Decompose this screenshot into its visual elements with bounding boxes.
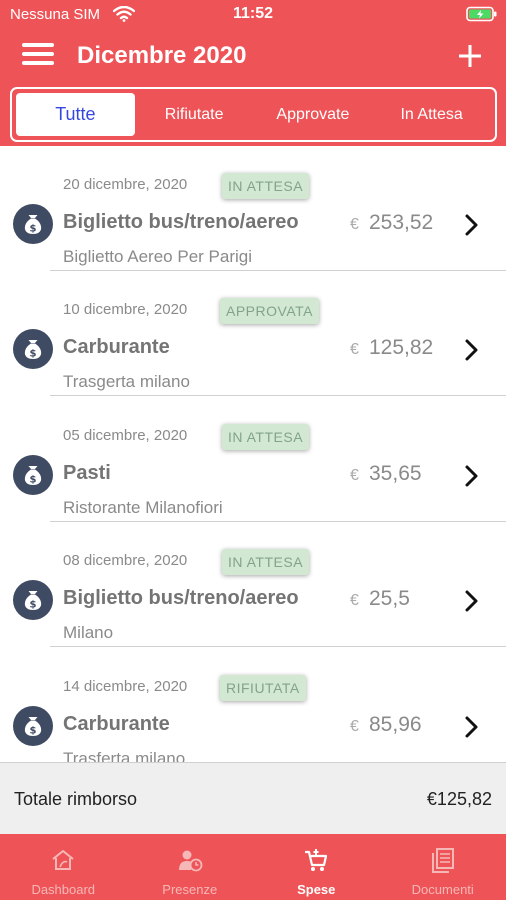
- menu-button[interactable]: [22, 43, 54, 69]
- add-expense-button[interactable]: [455, 39, 485, 73]
- tab-spese[interactable]: Spese: [253, 834, 380, 900]
- currency-symbol: €: [350, 718, 359, 735]
- menu-icon-line: [22, 61, 54, 65]
- total-reimbursement-bar: Totale rimborso €125,82: [0, 762, 506, 834]
- chevron-right-icon[interactable]: [462, 212, 482, 238]
- expense-description: Biglietto Aereo Per Parigi: [63, 247, 252, 266]
- documents-icon: [431, 848, 454, 873]
- expense-date: 05 dicembre, 2020: [63, 427, 188, 444]
- tab-label: Documenti: [411, 882, 474, 897]
- expense-amount: 85,96: [369, 713, 422, 736]
- expense-row[interactable]: 05 dicembre, 2020 IN ATTESA $ Pasti Rist…: [0, 397, 506, 522]
- money-bag-icon: $: [13, 204, 53, 244]
- row-divider: [50, 395, 506, 396]
- status-badge: IN ATTESA: [222, 173, 310, 199]
- expense-category: Biglietto bus/treno/aereo: [63, 211, 299, 233]
- tab-dashboard[interactable]: Dashboard: [0, 834, 127, 900]
- home-icon: [52, 850, 74, 870]
- expense-category: Pasti: [63, 462, 111, 484]
- tab-label: Spese: [297, 882, 336, 897]
- status-filter: Tutte Rifiutate Approvate In Attesa: [10, 87, 497, 142]
- page-title: Dicembre 2020: [77, 42, 247, 69]
- expense-category: Carburante: [63, 713, 170, 735]
- currency-symbol: €: [350, 467, 359, 484]
- money-bag-icon: $: [13, 706, 53, 746]
- expense-amount: 25,5: [369, 587, 410, 610]
- svg-text:$: $: [30, 349, 37, 360]
- bottom-tab-bar: Dashboard Presenze Spese Documenti: [0, 834, 506, 900]
- expense-description: Ristorante Milanofiori: [63, 498, 223, 517]
- expense-amount: 125,82: [369, 336, 434, 359]
- expense-amount: 35,65: [369, 462, 422, 485]
- menu-icon-line: [22, 52, 54, 56]
- expense-date: 08 dicembre, 2020: [63, 552, 188, 569]
- row-divider: [50, 646, 506, 647]
- battery-icon: [466, 6, 498, 27]
- plus-icon: [459, 45, 481, 67]
- filter-tab-approvate[interactable]: Approvate: [254, 93, 373, 136]
- total-label: Totale rimborso: [14, 789, 138, 809]
- expense-date: 20 dicembre, 2020: [63, 176, 188, 193]
- expense-list: 20 dicembre, 2020 IN ATTESA $ Biglietto …: [0, 146, 506, 762]
- chevron-right-icon[interactable]: [462, 714, 482, 740]
- expense-category: Biglietto bus/treno/aereo: [63, 587, 299, 609]
- tab-label: Presenze: [162, 882, 218, 897]
- expense-row[interactable]: 08 dicembre, 2020 IN ATTESA $ Biglietto …: [0, 522, 506, 647]
- filter-tab-in-attesa[interactable]: In Attesa: [372, 93, 491, 136]
- expense-date: 14 dicembre, 2020: [63, 678, 188, 695]
- menu-icon-line: [22, 43, 54, 47]
- tab-presenze[interactable]: Presenze: [127, 834, 254, 900]
- svg-text:$: $: [30, 600, 37, 611]
- chevron-right-icon[interactable]: [462, 588, 482, 614]
- expense-description: Trasgerta milano: [63, 372, 190, 391]
- cart-icon: [305, 849, 328, 871]
- expense-category: Carburante: [63, 336, 170, 358]
- chevron-right-icon[interactable]: [462, 337, 482, 363]
- chevron-right-icon[interactable]: [462, 463, 482, 489]
- currency-symbol: €: [350, 341, 359, 358]
- svg-text:$: $: [30, 224, 37, 235]
- expense-row[interactable]: 14 dicembre, 2020 RIFIUTATA $ Carburante…: [0, 648, 506, 762]
- status-bar: Nessuna SIM 11:52: [0, 0, 506, 30]
- currency-symbol: €: [350, 216, 359, 233]
- status-badge: IN ATTESA: [222, 424, 310, 450]
- status-badge: RIFIUTATA: [220, 675, 306, 701]
- expense-description: Trasferta milano: [63, 749, 186, 762]
- tab-documenti[interactable]: Documenti: [380, 834, 506, 900]
- status-badge: APPROVATA: [220, 298, 319, 324]
- total-value: €125,82: [426, 789, 492, 809]
- svg-text:$: $: [30, 475, 37, 486]
- expense-amount: 253,52: [369, 211, 434, 234]
- money-bag-icon: $: [13, 329, 53, 369]
- filter-bar: Tutte Rifiutate Approvate In Attesa: [0, 86, 506, 146]
- status-time: 11:52: [232, 5, 274, 22]
- expense-row[interactable]: 10 dicembre, 2020 APPROVATA $ Carburante…: [0, 271, 506, 396]
- nav-bar: Dicembre 2020: [0, 30, 506, 86]
- svg-text:$: $: [30, 726, 37, 737]
- filter-tab-rifiutate[interactable]: Rifiutate: [135, 93, 254, 136]
- status-badge: IN ATTESA: [222, 549, 310, 575]
- currency-symbol: €: [350, 592, 359, 609]
- expense-date: 10 dicembre, 2020: [63, 301, 188, 318]
- filter-tab-tutte[interactable]: Tutte: [16, 93, 135, 136]
- expense-description: Milano: [63, 623, 114, 642]
- money-bag-icon: $: [13, 580, 53, 620]
- tab-label: Dashboard: [31, 882, 96, 897]
- expense-row[interactable]: 20 dicembre, 2020 IN ATTESA $ Biglietto …: [0, 146, 506, 271]
- user-clock-icon: [178, 850, 203, 872]
- money-bag-icon: $: [13, 455, 53, 495]
